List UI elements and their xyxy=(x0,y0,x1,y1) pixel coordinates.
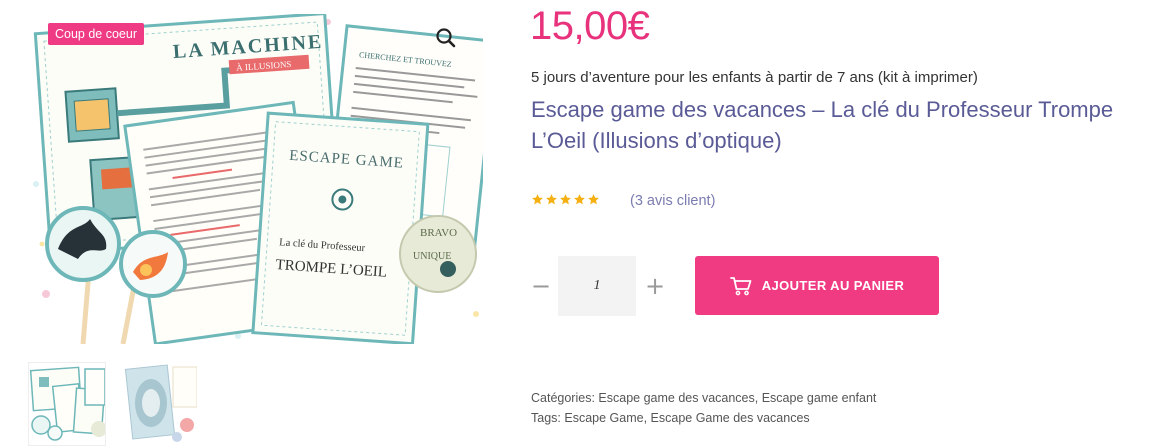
thumbnail-1[interactable] xyxy=(28,362,106,446)
reviews-link[interactable]: (3 avis client) xyxy=(630,193,715,209)
category-link[interactable]: Escape game enfant xyxy=(762,391,877,405)
star-icon xyxy=(532,194,543,205)
sticker-mid: UNIQUE xyxy=(413,251,451,262)
sale-badge: Coup de coeur xyxy=(48,23,145,45)
magnifier-icon xyxy=(436,28,456,48)
add-to-cart-button[interactable]: AJOUTER AU PANIER xyxy=(695,256,939,315)
star-icon xyxy=(546,194,557,205)
add-to-cart-label: AJOUTER AU PANIER xyxy=(761,278,905,293)
thumbnail-image xyxy=(121,363,197,445)
quantity-stepper: − + xyxy=(530,256,668,316)
thumbnail-image xyxy=(29,363,105,445)
product-main-image[interactable]: LA MACHINE À ILLUSIONS CHERCHEZ ET TROUV… xyxy=(28,14,483,344)
quantity-decrease-button[interactable]: − xyxy=(530,256,552,316)
product-subtitle: 5 jours d’aventure pour les enfants à pa… xyxy=(531,69,978,86)
product-price: 15,00€ xyxy=(530,4,650,48)
star-rating xyxy=(531,193,600,206)
category-link[interactable]: Escape game des vacances xyxy=(598,391,754,405)
product-meta: Catégories: Escape game des vacances, Es… xyxy=(531,388,876,428)
tag-link[interactable]: Escape Game xyxy=(564,411,643,425)
cart-icon xyxy=(729,276,752,295)
product-illustration: LA MACHINE À ILLUSIONS CHERCHEZ ET TROUV… xyxy=(33,14,483,344)
zoom-button[interactable] xyxy=(432,24,460,52)
product-title: Escape game des vacances – La clé du Pro… xyxy=(531,97,1114,153)
categories-line: Catégories: Escape game des vacances, Es… xyxy=(531,391,877,405)
star-icon xyxy=(574,194,585,205)
tags-label: Tags: xyxy=(531,411,561,425)
tags-line: Tags: Escape Game, Escape Game des vacan… xyxy=(531,411,810,425)
categories-label: Catégories: xyxy=(531,391,595,405)
thumbnail-2[interactable] xyxy=(120,362,198,446)
sticker-top: BRAVO xyxy=(420,227,457,239)
quantity-increase-button[interactable]: + xyxy=(642,256,668,316)
star-icon xyxy=(588,194,599,205)
star-icon xyxy=(560,194,571,205)
quantity-input[interactable] xyxy=(558,256,636,316)
tag-link[interactable]: Escape Game des vacances xyxy=(651,411,810,425)
